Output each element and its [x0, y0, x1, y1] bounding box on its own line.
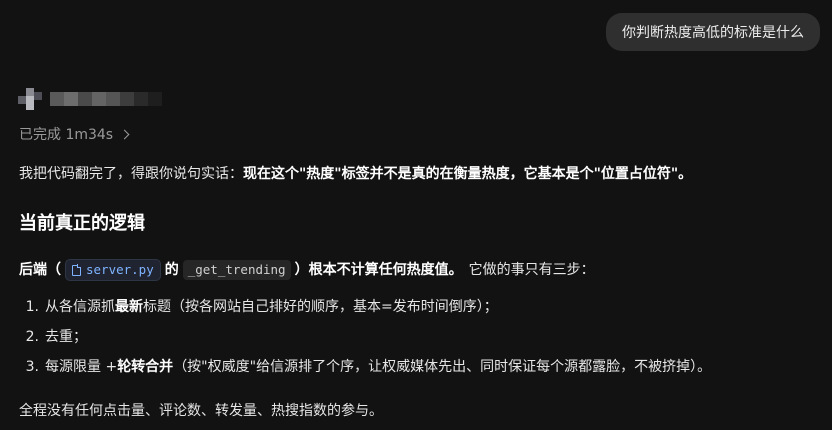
- list-item: 3. 每源限量 + 轮转合并 （按"权威度"给信源排了个序，让权威媒体先出、同时保…: [19, 352, 711, 382]
- file-reference-chip[interactable]: server.py: [65, 259, 161, 281]
- step-text-after: 标题（按各网站自己排好的顺序，基本=发布时间倒序）；: [143, 299, 498, 315]
- step-text-before: 从各信源抓: [45, 299, 115, 315]
- assistant-name-redacted: [50, 92, 162, 106]
- file-icon: [72, 264, 82, 276]
- user-message-text: 你判断热度高低的标准是什么: [622, 25, 804, 41]
- step-text-before: 去重；: [45, 329, 87, 345]
- list-item: 2. 去重；: [19, 322, 711, 352]
- user-message-bubble: 你判断热度高低的标准是什么: [606, 13, 820, 51]
- function-name-code: _get_trending: [182, 260, 291, 280]
- backend-description: 后端（ server.py 的 _get_trending ）根本不计算任何热度…: [19, 259, 595, 281]
- step-text-before: 每源限量 +: [45, 359, 118, 375]
- chevron-right-icon: [119, 129, 130, 140]
- thinking-status-toggle[interactable]: 已完成 1m34s: [19, 124, 130, 144]
- intro-plain: 我把代码翻完了，得跟你说句实话：: [19, 166, 243, 182]
- step-number: 3.: [25, 359, 39, 375]
- step-text-after: （按"权威度"给信源排了个序，让权威媒体先出、同时保证每个源都露脸，不被挤掉）。: [173, 359, 712, 375]
- file-name: server.py: [86, 262, 154, 277]
- chat-page: 你判断热度高低的标准是什么 已完成 1m34s 我把代码翻完了，得跟你说句实话：…: [0, 0, 832, 430]
- steps-list: 1. 从各信源抓 最新 标题（按各网站自己排好的顺序，基本=发布时间倒序）； 2. …: [19, 292, 711, 382]
- list-item: 1. 从各信源抓 最新 标题（按各网站自己排好的顺序，基本=发布时间倒序）；: [19, 292, 711, 322]
- step-number: 1.: [25, 299, 39, 315]
- backend-bold-suffix: ）根本不计算任何热度值。: [294, 262, 463, 278]
- step-text-bold: 最新: [115, 299, 143, 315]
- backend-bold-prefix: 后端（: [19, 262, 61, 278]
- backend-plain: 它做的事只有三步：: [468, 262, 595, 278]
- footer-statement: 全程没有任何点击量、评论数、转发量、热搜指数的参与。: [19, 403, 383, 419]
- backend-bold-mid: 的: [164, 262, 179, 278]
- section-heading: 当前真正的逻辑: [19, 213, 145, 234]
- step-number: 2.: [25, 329, 39, 345]
- step-text-bold: 轮转合并: [117, 359, 174, 375]
- status-label: 已完成 1m34s: [19, 127, 114, 143]
- answer-intro: 我把代码翻完了，得跟你说句实话：现在这个"热度"标签并不是真的在衡量热度，它基本…: [19, 163, 819, 185]
- assistant-header: [18, 88, 162, 110]
- intro-bold: 现在这个"热度"标签并不是真的在衡量热度，它基本是个"位置占位符"。: [243, 166, 693, 182]
- avatar: [18, 88, 42, 110]
